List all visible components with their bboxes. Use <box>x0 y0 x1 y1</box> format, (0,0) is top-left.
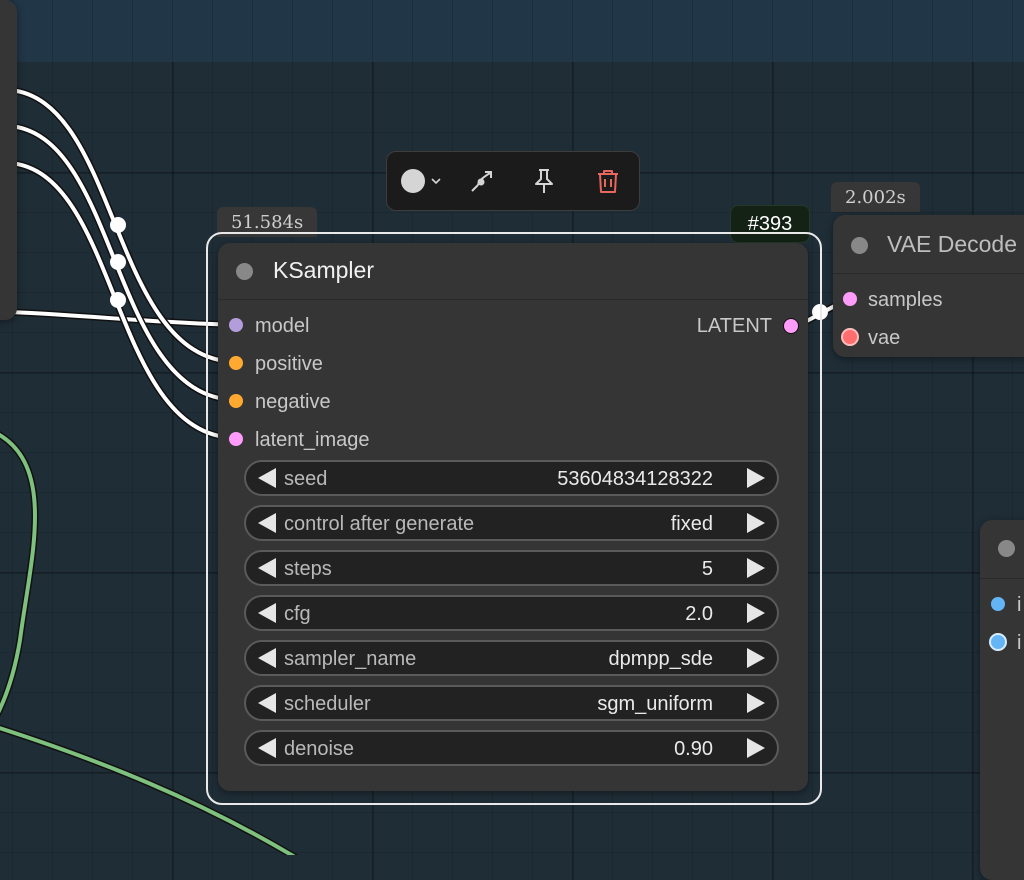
trash-icon <box>598 170 618 193</box>
widget-name: seed <box>284 468 328 490</box>
widget-value: fixed <box>670 513 713 535</box>
decrement-arrow[interactable] <box>258 558 276 578</box>
color-circle-icon <box>401 169 425 193</box>
input-slot[interactable] <box>991 597 1005 611</box>
input-label-positive: positive <box>255 353 323 375</box>
input-slot-model[interactable] <box>229 318 243 332</box>
collapse-toggle[interactable] <box>851 237 868 254</box>
widget-cfg[interactable]: cfg 2.0 <box>244 595 779 631</box>
input-slot-negative[interactable] <box>229 394 243 408</box>
input-label-samples: samples <box>868 289 943 311</box>
node-divider <box>980 578 1024 579</box>
input-label: i <box>1017 594 1022 616</box>
widget-name: steps <box>284 558 332 580</box>
right-node-partial[interactable]: i i <box>980 520 1024 880</box>
increment-arrow[interactable] <box>747 603 765 623</box>
decrement-arrow[interactable] <box>258 738 276 758</box>
increment-arrow[interactable] <box>747 738 765 758</box>
input-slot-positive[interactable] <box>229 356 243 370</box>
widget-value: 2.0 <box>685 603 713 625</box>
widget-name: control after generate <box>284 513 475 535</box>
widget-value: dpmpp_sde <box>608 648 713 670</box>
delete-button[interactable] <box>591 166 625 196</box>
input-label-negative: negative <box>255 391 331 413</box>
widget-name: denoise <box>284 738 355 760</box>
output-slot-latent[interactable] <box>783 318 799 334</box>
collapse-toggle[interactable] <box>236 263 253 280</box>
widget-name: scheduler <box>284 693 371 715</box>
ksampler-node[interactable]: KSampler model positive negative latent_… <box>218 243 808 791</box>
input-slot-samples[interactable] <box>843 292 857 306</box>
widget-value: 5 <box>701 558 713 580</box>
left-node-partial[interactable] <box>0 0 17 320</box>
widget-value: 0.90 <box>674 738 713 760</box>
vae-decode-node[interactable]: VAE Decode samples vae <box>833 215 1024 357</box>
node-divider <box>833 273 1024 274</box>
decrement-arrow[interactable] <box>258 693 276 713</box>
increment-arrow[interactable] <box>747 513 765 533</box>
link-midpoint <box>812 304 828 320</box>
input-slot-vae[interactable] <box>841 328 859 346</box>
link-midpoint <box>110 217 126 233</box>
node-title: VAE Decode <box>887 231 1017 257</box>
widget-denoise[interactable]: denoise 0.90 <box>244 730 779 766</box>
link-midpoint <box>110 254 126 270</box>
node-header[interactable]: KSampler <box>218 243 808 300</box>
increment-arrow[interactable] <box>747 468 765 488</box>
input-label-model: model <box>255 315 310 337</box>
input-slot[interactable] <box>989 633 1007 651</box>
input-slot-latent-image[interactable] <box>229 432 243 446</box>
decrement-arrow[interactable] <box>258 648 276 668</box>
link-midpoint <box>110 292 126 308</box>
increment-arrow[interactable] <box>747 558 765 578</box>
collapse-toggle[interactable] <box>998 540 1015 557</box>
widget-control-after-generate[interactable]: control after generate fixed <box>244 505 779 541</box>
pin-button[interactable] <box>527 166 561 196</box>
input-label: i <box>1017 632 1022 654</box>
pin-icon <box>535 169 553 193</box>
node-toolbar <box>386 151 640 211</box>
decrement-arrow[interactable] <box>258 603 276 623</box>
node-title: KSampler <box>273 257 374 283</box>
decrement-arrow[interactable] <box>258 513 276 533</box>
decrement-arrow[interactable] <box>258 468 276 488</box>
green-link <box>0 433 37 714</box>
color-picker-button[interactable] <box>397 166 447 196</box>
widget-seed[interactable]: seed 53604834128322 <box>244 460 779 496</box>
execution-time-badge: 51.584s <box>217 207 318 237</box>
chevron-down-icon <box>431 178 441 185</box>
widget-steps[interactable]: steps 5 <box>244 550 779 586</box>
increment-arrow[interactable] <box>747 693 765 713</box>
execution-time-badge: 2.002s <box>831 182 920 212</box>
input-label-latent-image: latent_image <box>255 429 370 451</box>
increment-arrow[interactable] <box>747 648 765 668</box>
bypass-button[interactable] <box>465 166 499 196</box>
output-label-latent: LATENT <box>696 315 772 337</box>
widget-name: sampler_name <box>284 648 417 670</box>
widget-name: cfg <box>284 603 311 625</box>
widget-sampler-name[interactable]: sampler_name dpmpp_sde <box>244 640 779 676</box>
widget-value: 53604834128322 <box>557 468 713 490</box>
widget-scheduler[interactable]: scheduler sgm_uniform <box>244 685 779 721</box>
widget-value: sgm_uniform <box>597 693 713 715</box>
input-label-vae: vae <box>868 327 901 349</box>
bypass-icon <box>471 171 492 192</box>
node-id-badge: #393 <box>730 205 810 243</box>
